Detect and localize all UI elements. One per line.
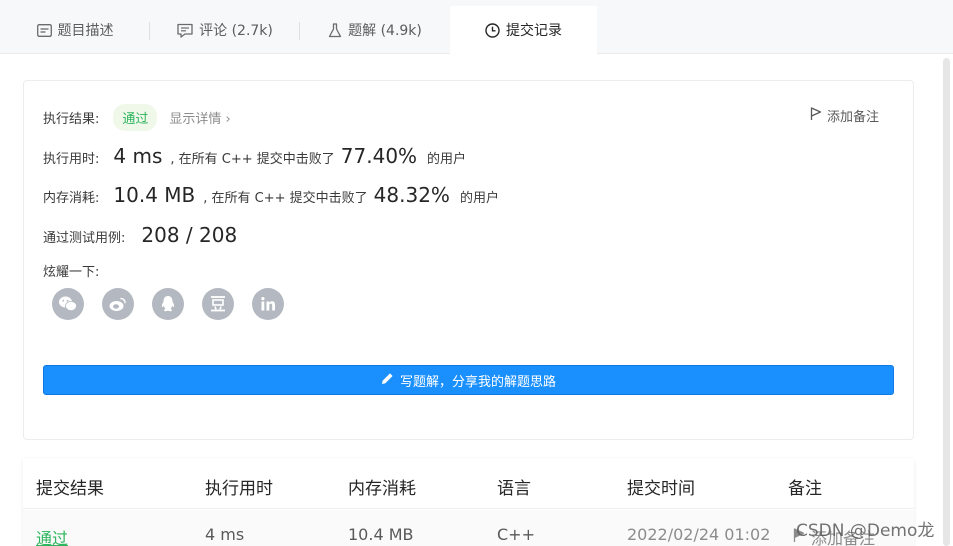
watermark: CSDN @Demo龙	[796, 521, 935, 541]
runtime-percent: 77.40%	[340, 144, 418, 168]
result-label: 执行结果:	[43, 112, 100, 127]
wechat-icon[interactable]	[52, 288, 84, 320]
tab-solutions-label: 题解 (4.9k)	[348, 23, 422, 39]
tests-row: 通过测试用例: 208 / 208	[43, 223, 245, 247]
pencil-icon	[381, 372, 394, 389]
share-label-row: 炫耀一下:	[43, 261, 99, 280]
runtime-beat-text: , 在所有 C++ 提交中击败了	[170, 152, 335, 167]
add-note-button[interactable]: 添加备注	[810, 106, 879, 125]
row-runtime: 4 ms	[205, 525, 245, 544]
tests-label: 通过测试用例:	[43, 231, 126, 246]
description-icon	[36, 23, 52, 37]
tab-description[interactable]: 题目描述	[0, 6, 150, 54]
memory-beat-text: , 在所有 C++ 提交中击败了	[203, 191, 368, 206]
qq-icon[interactable]	[152, 288, 184, 320]
tab-submissions[interactable]: 提交记录	[450, 6, 597, 54]
header-result: 提交结果	[36, 479, 104, 499]
tab-submissions-label: 提交记录	[506, 23, 562, 39]
memory-percent: 48.32%	[373, 183, 450, 207]
flag-icon	[810, 106, 822, 125]
header-submit-time: 提交时间	[627, 479, 695, 499]
result-card: 执行结果: 通过 显示详情 › 添加备注 执行用时: 4 ms , 在所有 C+…	[23, 80, 914, 440]
clock-icon	[485, 22, 500, 38]
header-memory: 内存消耗	[348, 479, 416, 499]
table-row[interactable]: 通过 4 ms 10.4 MB C++ 2022/02/24 01:02 添加备…	[23, 510, 914, 546]
header-runtime: 执行用时	[205, 479, 273, 499]
status-badge: 通过	[113, 104, 158, 131]
memory-suffix: 的用户	[459, 191, 499, 206]
share-label: 炫耀一下:	[43, 265, 100, 280]
flask-icon	[328, 22, 342, 38]
row-language: C++	[497, 525, 535, 544]
tab-solutions[interactable]: 题解 (4.9k)	[300, 6, 450, 54]
row-memory: 10.4 MB	[348, 525, 414, 544]
weibo-icon[interactable]	[102, 288, 134, 320]
tab-bar: 题目描述 评论 (2.7k) 题解 (4.9k) 提交记录	[0, 0, 953, 54]
comment-icon	[177, 23, 193, 38]
header-note: 备注	[788, 479, 822, 499]
memory-row: 内存消耗: 10.4 MB , 在所有 C++ 提交中击败了 48.32% 的用…	[43, 183, 499, 207]
submissions-table: 提交结果 执行用时 内存消耗 语言 提交时间 备注 通过 4 ms 10.4 M…	[23, 458, 914, 546]
add-note-label: 添加备注	[826, 110, 879, 125]
scrollbar[interactable]	[940, 56, 953, 546]
tab-comments[interactable]: 评论 (2.7k)	[150, 6, 300, 54]
runtime-value: 4 ms	[113, 144, 163, 168]
write-solution-button[interactable]: 写题解，分享我的解题思路	[43, 365, 894, 395]
row-result-link[interactable]: 通过	[36, 525, 68, 546]
memory-value: 10.4 MB	[113, 183, 196, 207]
table-header: 提交结果 执行用时 内存消耗 语言 提交时间 备注	[23, 458, 914, 509]
memory-label: 内存消耗:	[43, 191, 100, 206]
runtime-suffix: 的用户	[427, 152, 467, 167]
linkedin-icon[interactable]	[252, 288, 284, 320]
show-details-link[interactable]: 显示详情 ›	[169, 108, 230, 127]
runtime-row: 执行用时: 4 ms , 在所有 C++ 提交中击败了 77.40% 的用户	[43, 144, 466, 168]
scrollbar-thumb[interactable]	[943, 58, 950, 546]
douban-icon[interactable]	[202, 288, 234, 320]
runtime-label: 执行用时:	[43, 152, 100, 167]
tab-description-label: 题目描述	[57, 23, 114, 39]
row-submit-time: 2022/02/24 01:02	[627, 525, 771, 544]
header-language: 语言	[497, 479, 531, 499]
tests-value: 208 / 208	[141, 223, 238, 247]
result-row: 执行结果: 通过 显示详情 ›	[43, 104, 231, 131]
share-icons	[52, 288, 284, 320]
write-solution-label: 写题解，分享我的解题思路	[399, 374, 556, 390]
tab-comments-label: 评论 (2.7k)	[199, 23, 273, 39]
